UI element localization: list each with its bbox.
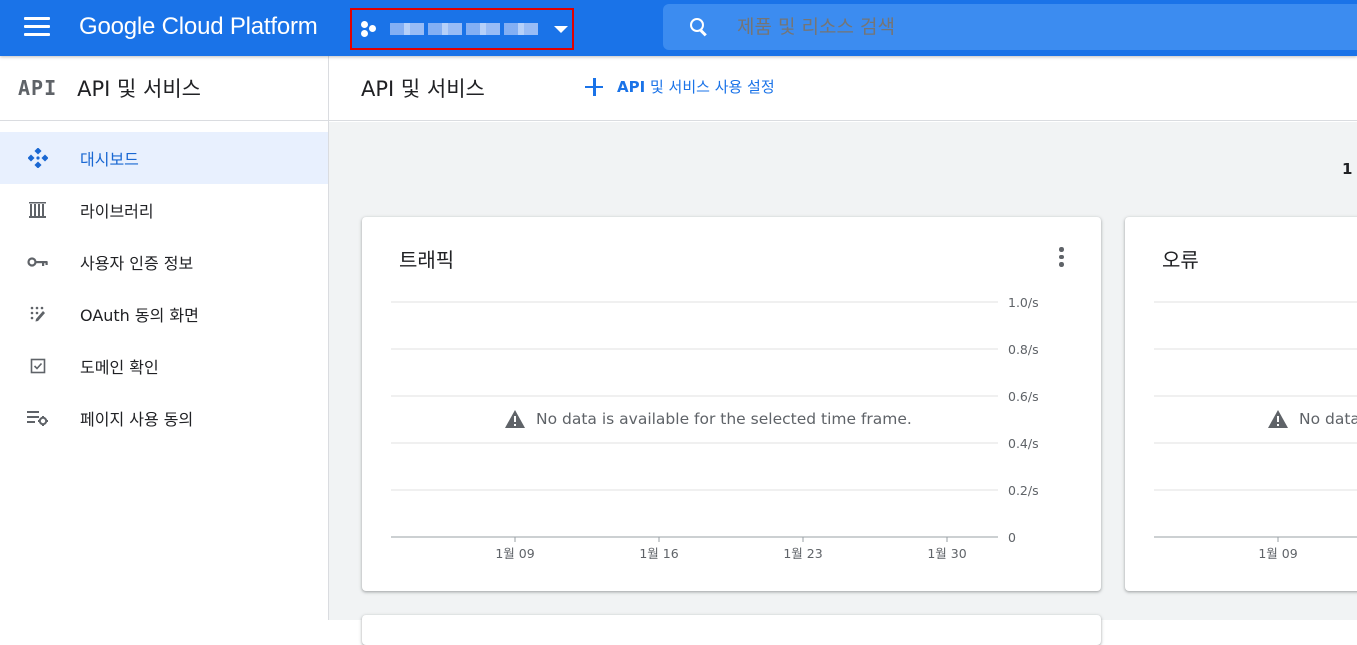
project-name-redacted <box>390 23 540 35</box>
errors-chart: 1월 09 <box>1154 301 1357 561</box>
sidebar-item-label: 도메인 확인 <box>80 358 159 377</box>
page-settings-icon <box>27 407 49 429</box>
sidebar-item-domain-verification[interactable]: 도메인 확인 <box>0 340 328 392</box>
sidebar-item-label: 페이지 사용 동의 <box>80 410 194 429</box>
project-picker-button[interactable] <box>350 8 574 50</box>
x-tick-label: 1월 09 <box>1258 546 1297 561</box>
sidebar-nav: 대시보드 라이브러리 사용자 인증 정보 OAuth 동의 화면 도메인 확인 <box>0 132 328 444</box>
x-tick-label: 1월 30 <box>927 546 966 561</box>
api-logo-icon: API <box>18 76 58 100</box>
errors-card: 오류 1월 09 No data <box>1125 217 1357 591</box>
no-data-text: No data is available for the selected ti… <box>536 410 912 428</box>
y-tick-label: 0.6/s <box>1008 389 1039 404</box>
clipped-text: 1 <box>1342 160 1353 178</box>
no-data-message: No data is available for the selected ti… <box>504 409 912 429</box>
search-icon[interactable] <box>689 17 709 37</box>
sidebar-title: API 및 서비스 <box>77 77 201 101</box>
hamburger-menu-icon[interactable] <box>24 17 50 37</box>
sidebar-item-label: OAuth 동의 화면 <box>80 306 199 325</box>
y-tick-label: 0 <box>1008 530 1016 545</box>
warning-icon <box>1267 409 1289 429</box>
x-tick-label: 1월 09 <box>495 546 534 561</box>
sidebar-item-label: 사용자 인증 정보 <box>80 254 194 273</box>
oauth-consent-icon <box>27 303 49 325</box>
enable-apis-button[interactable]: API 및 서비스 사용 설정 <box>585 76 775 97</box>
checkbox-icon <box>27 355 49 377</box>
main-header: API 및 서비스 API 및 서비스 사용 설정 <box>329 56 1357 121</box>
chevron-down-icon <box>554 25 568 33</box>
x-tick-label: 1월 16 <box>639 546 678 561</box>
sidebar-item-oauth-consent[interactable]: OAuth 동의 화면 <box>0 288 328 340</box>
sidebar-item-label: 대시보드 <box>80 150 139 169</box>
sidebar-item-dashboard[interactable]: 대시보드 <box>0 132 328 184</box>
y-tick-label: 0.8/s <box>1008 342 1039 357</box>
top-app-bar: Google Cloud Platform <box>0 0 1357 56</box>
sidebar-header: API API 및 서비스 <box>0 56 328 121</box>
y-tick-label: 0.4/s <box>1008 436 1039 451</box>
no-data-text: No data <box>1299 410 1357 428</box>
search-bar[interactable] <box>663 4 1357 50</box>
page-title: API 및 서비스 <box>361 77 485 101</box>
sidebar-item-page-usage-agreements[interactable]: 페이지 사용 동의 <box>0 392 328 444</box>
sidebar-item-library[interactable]: 라이브러리 <box>0 184 328 236</box>
sidebar-item-credentials[interactable]: 사용자 인증 정보 <box>0 236 328 288</box>
traffic-chart: 1.0/s 0.8/s 0.6/s 0.4/s 0.2/s 0 1월 09 1월 16 1월 2… <box>391 295 1039 561</box>
traffic-card: 트래픽 1.0/s 0.8/s 0.6/s 0.4/s 0.2/s 0 1월 09 1월 16… <box>362 217 1101 591</box>
plus-icon <box>585 77 603 96</box>
enable-apis-label: API 및 서비스 사용 설정 <box>617 78 775 96</box>
y-tick-label: 0.2/s <box>1008 483 1039 498</box>
dashboard-icon <box>27 147 49 169</box>
sidebar: API API 및 서비스 대시보드 라이브러리 사용자 인증 정보 OAuth… <box>0 56 329 620</box>
library-icon <box>27 199 49 221</box>
key-icon <box>27 251 49 273</box>
sidebar-item-label: 라이브러리 <box>80 202 154 221</box>
no-data-message: No data <box>1267 409 1357 429</box>
x-tick-label: 1월 23 <box>783 546 822 561</box>
project-hierarchy-icon <box>360 19 380 39</box>
warning-icon <box>504 409 526 429</box>
search-input[interactable] <box>737 16 1297 38</box>
brand-title[interactable]: Google Cloud Platform <box>79 13 318 41</box>
y-tick-label: 1.0/s <box>1008 295 1039 310</box>
